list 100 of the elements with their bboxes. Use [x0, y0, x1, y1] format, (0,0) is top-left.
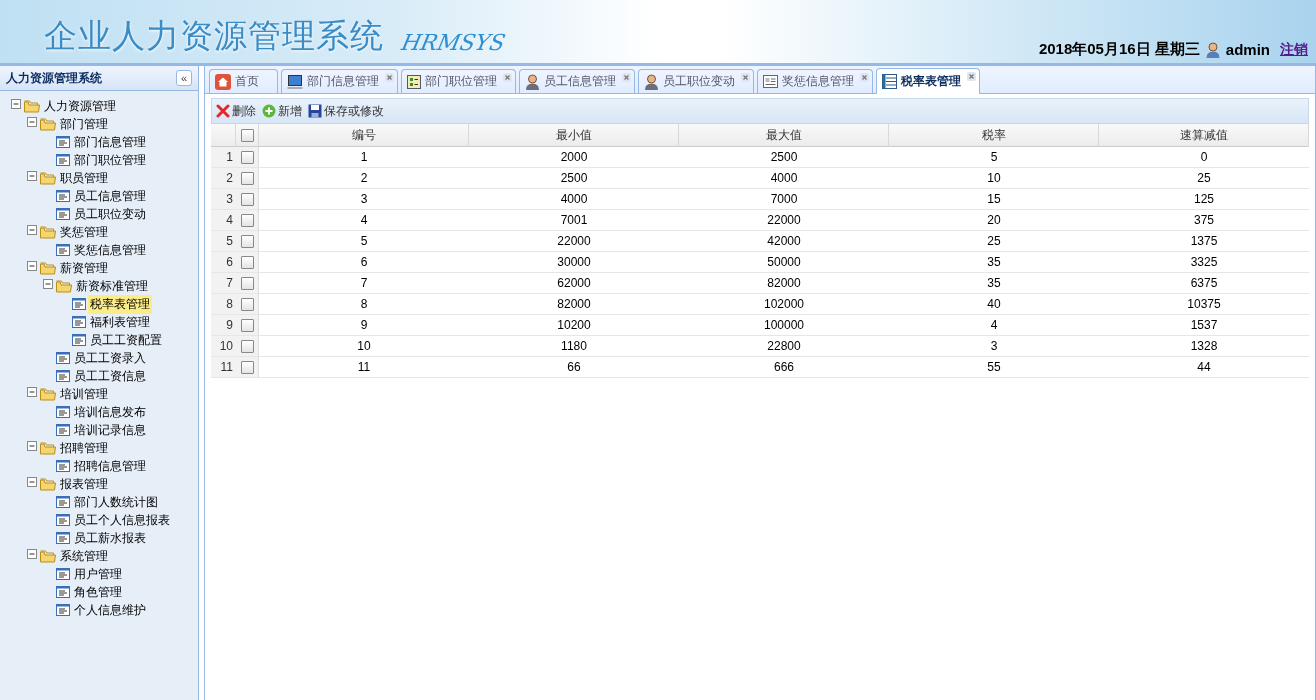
close-icon[interactable] [385, 73, 394, 82]
close-icon[interactable] [860, 73, 869, 82]
tree-item[interactable]: 报表管理 [58, 474, 110, 494]
tab[interactable]: 员工职位变动 [638, 69, 754, 93]
tree-item[interactable]: 培训信息发布 [72, 402, 148, 422]
tree-item[interactable]: 部门人数统计图 [72, 492, 160, 512]
checkbox[interactable] [240, 339, 254, 353]
tree-item[interactable]: 员工职位变动 [72, 204, 148, 224]
tab[interactable]: 首页 [209, 69, 278, 93]
tree-item[interactable]: 员工信息管理 [72, 186, 148, 206]
tab[interactable]: 部门信息管理 [281, 69, 398, 93]
tree-item[interactable]: 角色管理 [72, 582, 124, 602]
table-cell: 3 [889, 336, 1099, 357]
table-cell: 4 [889, 315, 1099, 336]
table-cell: 35 [889, 252, 1099, 273]
table-cell: 10200 [469, 315, 679, 336]
table-cell: 10375 [1099, 294, 1309, 315]
tree-item[interactable]: 税率表管理 [88, 294, 152, 314]
logout-link[interactable]: 注销 [1280, 40, 1308, 59]
toolbar-button[interactable]: 保存或修改 [308, 102, 384, 120]
tab[interactable]: 员工信息管理 [519, 69, 635, 93]
save-icon [308, 104, 322, 118]
tree-item[interactable]: 人力资源管理 [42, 96, 118, 116]
collapse-icon[interactable] [27, 117, 38, 128]
table-cell: 10 [259, 336, 469, 357]
tree-item[interactable]: 部门信息管理 [72, 132, 148, 152]
table-cell: 22800 [679, 336, 889, 357]
collapse-icon[interactable] [27, 261, 38, 272]
checkbox[interactable] [240, 234, 254, 248]
grid-icon [407, 74, 421, 89]
tree-item[interactable]: 员工工资信息 [72, 366, 148, 386]
tree-item[interactable]: 员工薪水报表 [72, 528, 148, 548]
list-icon [56, 370, 70, 382]
table-cell: 44 [1099, 357, 1309, 378]
collapse-icon[interactable] [11, 99, 22, 110]
tree-item[interactable]: 薪资管理 [58, 258, 110, 278]
table-cell: 35 [889, 273, 1099, 294]
tree-item[interactable]: 培训管理 [58, 384, 110, 404]
tree-item[interactable]: 部门管理 [58, 114, 110, 134]
table-cell: 1375 [1099, 231, 1309, 252]
tree-item[interactable]: 福利表管理 [88, 312, 152, 332]
close-icon[interactable] [741, 73, 750, 82]
table-cell: 30000 [469, 252, 679, 273]
collapse-icon[interactable] [27, 225, 38, 236]
tree-item[interactable]: 奖惩管理 [58, 222, 110, 242]
tree-item[interactable]: 系统管理 [58, 546, 110, 566]
tree-item[interactable]: 奖惩信息管理 [72, 240, 148, 260]
table-cell: 3325 [1099, 252, 1309, 273]
collapse-icon[interactable] [27, 477, 38, 488]
collapse-icon[interactable] [27, 387, 38, 398]
checkbox[interactable] [240, 297, 254, 311]
tab[interactable]: 税率表管理 [876, 68, 980, 94]
table-cell: 40 [889, 294, 1099, 315]
collapse-icon[interactable] [43, 279, 54, 290]
checkbox[interactable] [240, 213, 254, 227]
checkbox[interactable] [240, 360, 254, 374]
row-number: 2 [211, 168, 236, 189]
toolbar-button[interactable]: 删除 [216, 102, 256, 120]
tree-item[interactable]: 职员管理 [58, 168, 110, 188]
checkbox[interactable] [240, 255, 254, 269]
tab[interactable]: 部门职位管理 [401, 69, 516, 93]
cross-icon [216, 104, 230, 118]
tree-item[interactable]: 员工工资录入 [72, 348, 148, 368]
person-icon [525, 73, 540, 90]
collapse-icon[interactable] [27, 549, 38, 560]
folder-icon [40, 261, 56, 275]
tree-item[interactable]: 个人信息维护 [72, 600, 148, 620]
user-icon [1205, 41, 1220, 58]
table-cell: 22000 [679, 210, 889, 231]
collapse-icon[interactable] [27, 171, 38, 182]
checkbox[interactable] [240, 128, 254, 142]
tree-item[interactable]: 薪资标准管理 [74, 276, 150, 296]
close-icon[interactable] [503, 73, 512, 82]
column-header: 最大值 [679, 124, 889, 147]
checkbox[interactable] [240, 318, 254, 332]
table-cell: 10 [889, 168, 1099, 189]
checkbox[interactable] [240, 150, 254, 164]
tree-item[interactable]: 招聘信息管理 [72, 456, 148, 476]
collapse-button[interactable]: « [176, 70, 192, 86]
tree-item[interactable]: 用户管理 [72, 564, 124, 584]
table-cell: 4000 [679, 168, 889, 189]
close-icon[interactable] [622, 73, 631, 82]
tab[interactable]: 奖惩信息管理 [757, 69, 873, 93]
folder-icon [40, 171, 56, 185]
table-icon [882, 74, 897, 89]
checkbox[interactable] [240, 276, 254, 290]
checkbox[interactable] [240, 192, 254, 206]
checkbox[interactable] [240, 171, 254, 185]
tree-item[interactable]: 员工个人信息报表 [72, 510, 172, 530]
tree-item[interactable]: 培训记录信息 [72, 420, 148, 440]
tree-item[interactable]: 员工工资配置 [88, 330, 164, 350]
list-icon [56, 532, 70, 544]
tree-item[interactable]: 招聘管理 [58, 438, 110, 458]
collapse-icon[interactable] [27, 441, 38, 452]
tree-item[interactable]: 部门职位管理 [72, 150, 148, 170]
toolbar-button[interactable]: 新增 [262, 102, 302, 120]
table-cell: 15 [889, 189, 1099, 210]
list-icon [72, 298, 86, 310]
close-icon[interactable] [967, 72, 976, 81]
table-cell: 42000 [679, 231, 889, 252]
